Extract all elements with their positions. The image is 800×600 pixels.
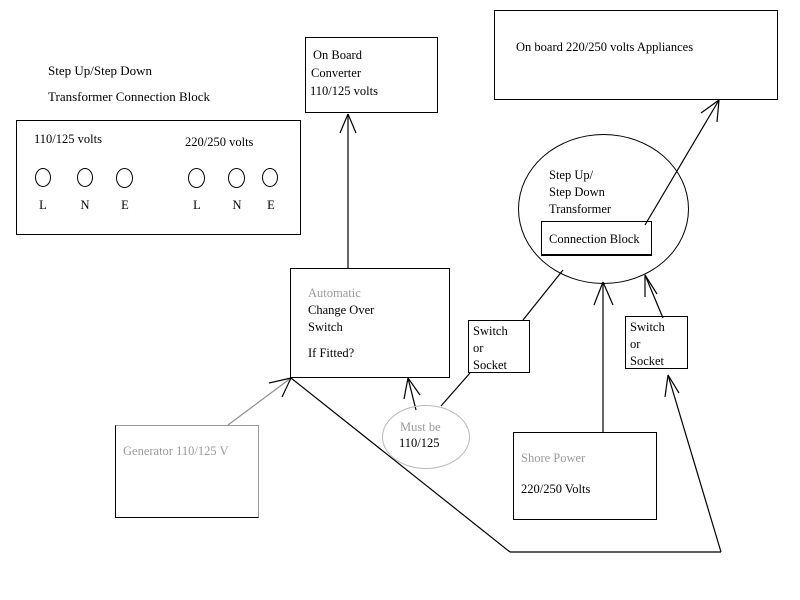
wire-right-switch-to-transformer [644,274,664,319]
wiring-diagram-canvas: Step Up/Step Down Transformer Connection… [0,0,800,600]
terminal-label-e-220: E [267,198,275,212]
changeover-line-2: Change Over [308,303,375,317]
transformer-line-1: Step Up/ [549,168,594,182]
appliances-label: On board 220/250 volts Appliances [516,40,694,54]
wire-bottom-rail-to-right-switch [667,374,722,553]
arrowhead-transformer-right-b [644,274,658,295]
arrowhead-appliances-right [716,99,720,123]
shore-power-line-1: Shore Power [521,451,586,465]
shore-power-box[interactable] [513,432,657,520]
wire-changeover-to-bottom-rail [290,377,511,553]
converter-line-2: Converter [311,66,361,80]
transformer-line-2: Step Down [549,185,605,199]
switch-left-line-2: or [473,341,484,355]
changeover-line-3: Switch [308,320,343,334]
switch-right-line-3: Socket [630,354,665,368]
diagram-title-line-2: Transformer Connection Block [48,89,210,104]
terminal-n-220[interactable] [228,168,245,188]
arrowhead-transformer-bottom-left [593,281,604,306]
arrowhead-right-switch-a [664,374,669,398]
arrowhead-changeover-left-a [268,377,292,384]
diagram-title-line-1: Step Up/Step Down [48,63,152,78]
transformer-connection-block-label: Connection Block [549,232,640,246]
wire-generator-to-changeover [227,377,292,426]
arrowhead-converter-right [347,113,357,134]
converter-line-3: 110/125 volts [310,84,378,98]
arrowhead-changeover-bottom-b [407,377,421,396]
switch-right-line-2: or [630,337,641,351]
changeover-line-4: If Fitted? [308,346,355,360]
arrowhead-transformer-bottom-right [602,281,614,306]
arrowhead-right-switch-b [667,374,680,394]
terminal-label-e-110: E [121,198,129,212]
terminal-label-n-110: N [80,198,90,212]
must-be-note-line-2: 110/125 [399,436,440,450]
switch-left-line-1: Switch [473,324,508,338]
arrowhead-changeover-left-b [281,377,292,398]
shore-power-line-2: 220/250 Volts [521,482,591,496]
terminal-label-n-220: N [232,198,242,212]
terminal-e-220[interactable] [262,168,278,187]
switch-right-line-1: Switch [630,320,665,334]
transformer-line-3: Transformer [549,202,612,216]
arrowhead-changeover-bottom-a [403,377,409,400]
wire-left-switch-to-transformer [522,269,564,321]
panel-left-group-label: 110/125 volts [34,132,102,146]
changeover-line-1: Automatic [308,286,361,300]
switch-left-line-3: Socket [473,358,508,372]
arrowhead-appliances-left [700,99,720,114]
terminal-l-220[interactable] [188,168,205,188]
converter-line-1: On Board [313,48,362,62]
generator-box[interactable] [115,425,259,518]
terminal-n-110[interactable] [77,168,93,187]
arrowhead-converter-left [339,113,349,134]
terminal-e-110[interactable] [116,168,133,188]
terminal-label-l-220: L [193,198,201,212]
generator-label: Generator 110/125 V [123,444,229,458]
panel-right-group-label: 220/250 volts [185,135,254,149]
terminal-label-l-110: L [39,198,47,212]
terminal-l-110[interactable] [35,168,51,187]
